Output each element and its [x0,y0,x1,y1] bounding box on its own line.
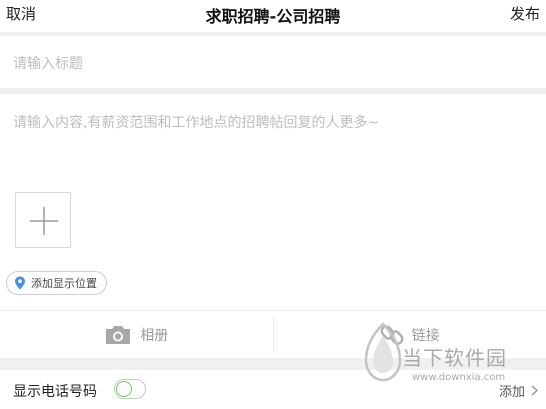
chevron-right-icon [531,385,538,396]
divider [0,32,546,36]
show-phone-label: 显示电话号码 [13,384,97,400]
album-label: 相册 [140,327,169,344]
toggle-knob [116,381,132,397]
page-title: 求职招聘-公司招聘 [205,7,341,26]
divider [0,88,546,94]
link-icon [380,324,404,345]
content-input[interactable] [0,104,546,174]
add-phone-label: 添加 [498,385,525,400]
location-label: 添加显示位置 [31,277,97,290]
show-phone-toggle[interactable] [114,379,146,399]
add-phone-button[interactable]: 添加 [499,381,538,400]
plus-icon [30,207,58,235]
add-location-button[interactable]: 添加显示位置 [6,271,107,295]
location-pin-icon [15,276,25,290]
title-input[interactable] [0,42,546,86]
link-button[interactable]: 链接 [274,311,546,358]
divider [0,358,546,370]
album-button[interactable]: 相册 [0,311,273,358]
show-phone-row: 显示电话号码 添加 [0,370,546,409]
publish-button[interactable]: 发布 [510,3,540,24]
camera-icon [106,325,131,344]
media-bar: 相册 链接 [0,310,546,358]
add-image-button[interactable] [15,192,71,248]
link-label: 链接 [411,327,440,344]
top-bar: 取消 求职招聘-公司招聘 发布 [0,0,546,30]
